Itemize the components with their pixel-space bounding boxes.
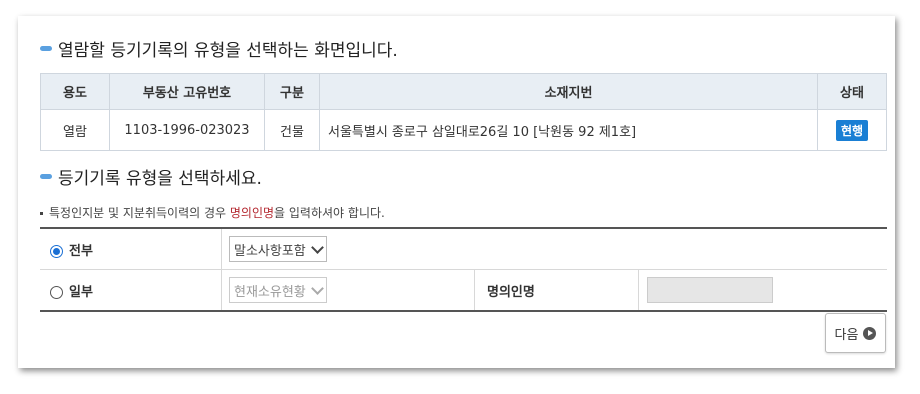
cell-address: 서울특별시 종로구 삼일대로26길 10 [낙원동 92 제1호] (319, 109, 818, 151)
radio-partial[interactable]: 일부 (40, 269, 222, 312)
owner-name-cell (638, 269, 887, 312)
section-heading-select-type: 등기기록 유형을 선택하세요. (40, 164, 262, 189)
include-cancelled-select[interactable]: 말소사항포함 (229, 236, 327, 262)
option-all-cell: 말소사항포함 (221, 228, 887, 270)
column-header-type: 구분 (264, 73, 320, 110)
radio-label-all: 전부 (69, 243, 93, 259)
next-button-label: 다음 (834, 327, 859, 343)
bullet-icon (40, 46, 52, 51)
status-badge: 현행 (835, 119, 869, 141)
radio-unselected-icon[interactable] (50, 285, 63, 299)
radio-all[interactable]: 전부 (40, 228, 222, 270)
note-highlight: 명의인명 (229, 206, 275, 220)
column-header-usage: 용도 (40, 73, 110, 110)
next-button[interactable]: 다음 (825, 313, 886, 353)
section-title: 열람할 등기기록의 유형을 선택하는 화면입니다. (58, 41, 398, 61)
option-partial-cell: 현재소유현황 (221, 269, 475, 312)
table-header-row: 용도 부동산 고유번호 구분 소재지번 상태 (40, 73, 887, 110)
arrow-right-circle-icon (863, 326, 877, 340)
select-value: 현재소유현황 (234, 284, 306, 300)
bullet-dot-icon (40, 212, 43, 215)
chevron-down-icon (310, 281, 324, 295)
radio-label-partial: 일부 (69, 284, 93, 300)
cell-usage: 열람 (40, 109, 110, 151)
section-title: 등기기록 유형을 선택하세요. (58, 169, 262, 189)
cell-type: 건물 (264, 109, 320, 151)
cell-id: 1103-1996-023023 (109, 109, 265, 151)
chevron-down-icon (310, 240, 324, 254)
owner-name-label: 명의인명 (474, 269, 639, 312)
owner-name-input[interactable] (647, 277, 773, 303)
option-table: 전부 말소사항포함 일부 현재소유현황 명의인명 (40, 227, 887, 312)
cell-status: 현행 (817, 109, 887, 151)
table-row: 열람 1103-1996-023023 건물 서울특별시 종로구 삼일대로26길… (40, 109, 887, 151)
option-row-all: 전부 말소사항포함 (40, 228, 887, 270)
column-header-status: 상태 (817, 73, 887, 110)
column-header-id: 부동산 고유번호 (109, 73, 265, 110)
radio-selected-icon[interactable] (50, 244, 63, 258)
column-header-address: 소재지번 (319, 73, 818, 110)
select-value: 말소사항포함 (234, 243, 306, 259)
note-suffix: 을 입력하셔야 합니다. (274, 206, 385, 220)
property-table: 용도 부동산 고유번호 구분 소재지번 상태 열람 1103-1996-0230… (40, 73, 887, 151)
option-row-partial: 일부 현재소유현황 명의인명 (40, 269, 887, 312)
bullet-icon (40, 174, 52, 179)
current-owner-select[interactable]: 현재소유현황 (229, 277, 327, 303)
section-heading-view-type: 열람할 등기기록의 유형을 선택하는 화면입니다. (40, 36, 398, 61)
main-panel: 열람할 등기기록의 유형을 선택하는 화면입니다. 용도 부동산 고유번호 구분… (18, 16, 895, 368)
note-prefix: 특정인지분 및 지분취득이력의 경우 (49, 206, 230, 220)
note-text: 특정인지분 및 지분취득이력의 경우 명의인명을 입력하셔야 합니다. (40, 204, 385, 221)
